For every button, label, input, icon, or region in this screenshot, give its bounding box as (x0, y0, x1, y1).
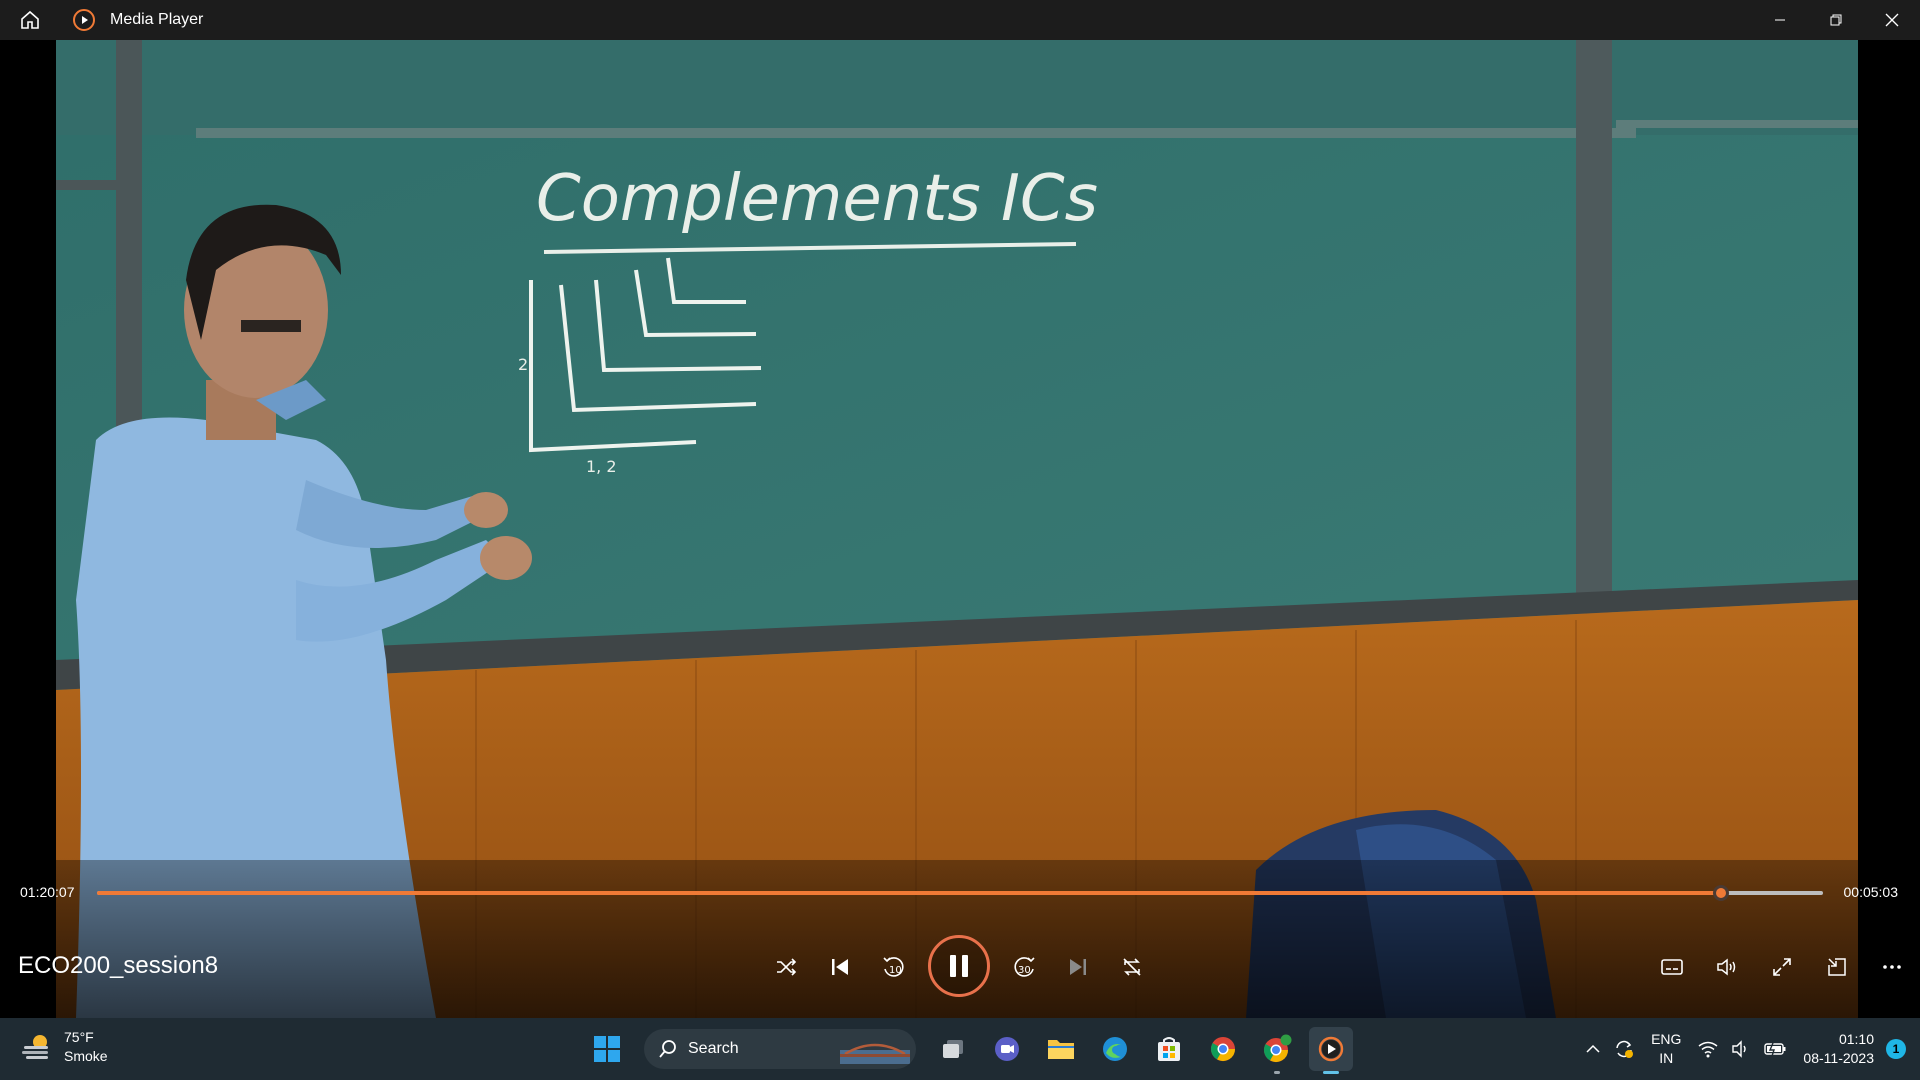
elapsed-time: 01:20:07 (20, 884, 75, 900)
media-player-app-icon (73, 9, 95, 31)
edge-button[interactable] (1093, 1027, 1137, 1071)
close-icon (1885, 13, 1899, 27)
media-player-window: Complements ICs 2 1, 2 Media Player 01:2… (0, 0, 1920, 1018)
repeat-off-icon (1123, 958, 1141, 976)
wifi-icon (1698, 1041, 1718, 1058)
language-indicator[interactable]: ENG IN (1651, 1030, 1681, 1068)
search-highlight-bridge-icon (840, 1043, 910, 1064)
board-heading: Complements ICs (536, 162, 1098, 236)
chrome-profile-button[interactable] (1255, 1027, 1299, 1074)
battery-button[interactable] (1763, 1041, 1787, 1057)
taskbar-search[interactable]: Search (644, 1029, 916, 1069)
windows-start-icon (594, 1036, 620, 1062)
file-explorer-button[interactable] (1039, 1027, 1083, 1071)
previous-button[interactable] (818, 945, 862, 989)
media-player-taskbar-button[interactable] (1309, 1027, 1353, 1074)
wifi-button[interactable] (1697, 1040, 1719, 1058)
weather-temperature: 75°F (64, 1029, 94, 1045)
skip-forward-label: 30 (1018, 965, 1031, 976)
language-code: ENG (1651, 1031, 1682, 1047)
start-button[interactable] (585, 1027, 629, 1071)
skip-back-label: 10 (889, 965, 902, 976)
active-indicator (1323, 1071, 1339, 1074)
restore-icon (1830, 14, 1842, 26)
previous-icon (832, 959, 848, 975)
skip-forward-button[interactable]: 30 (1002, 945, 1046, 989)
chrome-icon (1210, 1037, 1235, 1062)
skip-back-10-icon: 10 (883, 957, 904, 977)
teams-icon (995, 1037, 1019, 1061)
skip-forward-30-icon: 30 (1014, 957, 1035, 977)
fullscreen-icon (1773, 958, 1791, 976)
search-icon (659, 1040, 676, 1058)
home-icon (21, 10, 39, 29)
sync-status-button[interactable] (1613, 1038, 1635, 1060)
graph-label-x: 1, 2 (586, 457, 617, 476)
chrome-profile-icon (1263, 1034, 1292, 1063)
playback-controls: 10 30 (0, 935, 1920, 999)
search-label: Search (688, 1040, 739, 1057)
next-icon (1070, 959, 1086, 975)
fullscreen-button[interactable] (1760, 945, 1804, 989)
chrome-button[interactable] (1201, 1027, 1245, 1071)
weather-description: Smoke (64, 1048, 108, 1064)
speaker-icon (1732, 1040, 1747, 1058)
title-bar: Media Player (0, 0, 1920, 40)
teams-chat-button[interactable] (985, 1027, 1029, 1071)
system-tray: ENG IN 01:10 08-11-2023 1 (1579, 1018, 1920, 1080)
media-player-icon (1318, 1036, 1344, 1062)
volume-icon (1717, 958, 1736, 976)
play-pause-button[interactable] (928, 935, 990, 997)
skip-back-button[interactable]: 10 (872, 945, 916, 989)
minimize-button[interactable] (1752, 0, 1808, 40)
more-options-button[interactable] (1870, 945, 1914, 989)
home-button[interactable] (0, 0, 60, 40)
show-hidden-icons-button[interactable] (1585, 1044, 1601, 1054)
mini-player-icon (1828, 958, 1846, 976)
clock-date: 08-11-2023 (1803, 1050, 1874, 1066)
pause-icon (950, 955, 968, 977)
volume-tray-button[interactable] (1731, 1040, 1751, 1058)
volume-button[interactable] (1705, 945, 1749, 989)
remaining-time: 00:05:03 (1843, 884, 1899, 900)
repeat-button[interactable] (1110, 945, 1154, 989)
weather-widget[interactable]: 75°F Smoke (20, 1028, 108, 1066)
chevron-up-icon (1586, 1044, 1600, 1053)
notification-badge[interactable]: 1 (1886, 1039, 1906, 1059)
seek-bar[interactable] (97, 885, 1823, 901)
shuffle-icon (777, 958, 797, 976)
restore-button[interactable] (1808, 0, 1864, 40)
file-explorer-icon (1048, 1040, 1074, 1059)
battery-charging-icon (1764, 1042, 1786, 1057)
seek-bar-progress (97, 891, 1722, 895)
weather-smoke-icon (22, 1035, 48, 1059)
graph-label-y: 2 (518, 355, 528, 374)
task-view-button[interactable] (931, 1027, 975, 1071)
window-title: Media Player (110, 11, 204, 28)
more-icon (1883, 965, 1901, 969)
microsoft-store-icon (1158, 1037, 1180, 1061)
clock-time: 01:10 (1838, 1031, 1874, 1047)
windows-taskbar: 75°F Smoke Search ENG IN 01:10 08-11-202… (0, 1018, 1920, 1080)
next-button[interactable] (1056, 945, 1100, 989)
captions-icon (1661, 959, 1683, 975)
task-view-icon (943, 1040, 963, 1058)
store-button[interactable] (1147, 1027, 1191, 1071)
captions-button[interactable] (1650, 945, 1694, 989)
shuffle-button[interactable] (764, 945, 808, 989)
minimize-icon (1775, 19, 1785, 21)
sync-icon (1616, 1040, 1634, 1058)
clock[interactable]: 01:10 08-11-2023 (1803, 1030, 1874, 1068)
edge-icon (1103, 1037, 1127, 1061)
close-button[interactable] (1864, 0, 1920, 40)
running-indicator (1274, 1071, 1280, 1074)
mini-player-button[interactable] (1815, 945, 1859, 989)
region-code: IN (1659, 1050, 1674, 1066)
